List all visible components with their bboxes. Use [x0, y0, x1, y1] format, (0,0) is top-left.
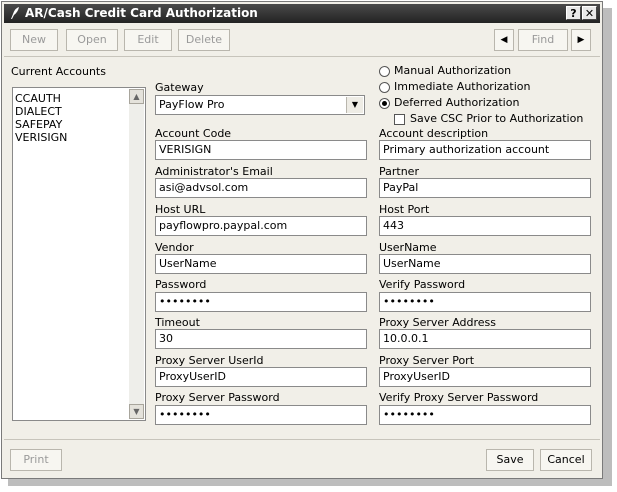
proxy-address-input[interactable]: 10.0.0.1	[379, 329, 591, 349]
title-bar: AR/Cash Credit Card Authorization ? ✕	[4, 4, 600, 23]
username-input[interactable]: UserName	[379, 254, 591, 274]
close-button[interactable]: ✕	[582, 6, 597, 20]
proxy-userid-input[interactable]: ProxyUserID	[155, 367, 367, 387]
verify-password-label: Verify Password	[379, 278, 466, 291]
host-port-input[interactable]: 443	[379, 216, 591, 236]
proxy-port-input[interactable]: ProxyUserID	[379, 367, 591, 387]
admin-email-input[interactable]: asi@advsol.com	[155, 178, 367, 198]
manual-authorization-label: Manual Authorization	[394, 64, 512, 77]
window-title: AR/Cash Credit Card Authorization	[25, 6, 258, 20]
username-label: UserName	[379, 241, 437, 254]
account-code-input[interactable]: VERISIGN	[155, 140, 367, 160]
account-description-label: Account description	[379, 127, 489, 140]
timeout-label: Timeout	[155, 316, 200, 329]
password-input[interactable]: ••••••••	[155, 292, 367, 312]
host-port-label: Host Port	[379, 203, 430, 216]
accounts-list[interactable]: CCAUTH DIALECT SAFEPAY VERISIGN ▲ ▼	[12, 87, 146, 421]
next-record-button[interactable]: ▶	[571, 29, 591, 51]
proxy-password-label: Proxy Server Password	[155, 391, 280, 404]
proxy-userid-label: Proxy Server UserId	[155, 354, 264, 367]
proxy-port-label: Proxy Server Port	[379, 354, 475, 367]
proxy-password-input[interactable]: ••••••••	[155, 405, 367, 425]
verify-password-input[interactable]: ••••••••	[379, 292, 591, 312]
verify-proxy-password-label: Verify Proxy Server Password	[379, 391, 539, 404]
feather-icon	[8, 6, 21, 20]
chevron-down-icon[interactable]: ▼	[346, 97, 363, 113]
edit-button[interactable]: Edit	[124, 29, 172, 51]
toolbar: New Open Edit Delete ◀ Find ▶	[4, 25, 600, 57]
scroll-up-icon[interactable]: ▲	[129, 89, 144, 104]
arrow-left-icon: ◀	[500, 35, 508, 45]
gateway-label: Gateway	[155, 81, 204, 94]
list-item-ccauth[interactable]: CCAUTH	[15, 92, 61, 105]
accounts-scrollbar[interactable]: ▲ ▼	[129, 89, 144, 419]
list-item-dialect[interactable]: DIALECT	[15, 105, 62, 118]
dialog-window: AR/Cash Credit Card Authorization ? ✕ Ne…	[1, 1, 603, 479]
account-code-label: Account Code	[155, 127, 232, 140]
scroll-down-icon[interactable]: ▼	[129, 404, 144, 419]
partner-label: Partner	[379, 165, 419, 178]
cancel-button[interactable]: Cancel	[540, 449, 592, 471]
immediate-authorization-label: Immediate Authorization	[394, 80, 531, 93]
verify-proxy-password-input[interactable]: ••••••••	[379, 405, 591, 425]
gateway-value: PayFlow Pro	[159, 98, 225, 111]
arrow-right-icon: ▶	[577, 35, 585, 45]
manual-authorization-radio[interactable]	[379, 66, 390, 77]
account-description-input[interactable]: Primary authorization account	[379, 140, 591, 160]
new-button[interactable]: New	[10, 29, 58, 51]
main-panel: Current Accounts CCAUTH DIALECT SAFEPAY …	[4, 57, 600, 439]
vendor-input[interactable]: UserName	[155, 254, 367, 274]
help-button[interactable]: ?	[566, 6, 581, 20]
gateway-select[interactable]: PayFlow Pro ▼	[155, 95, 365, 115]
immediate-authorization-radio[interactable]	[379, 82, 390, 93]
find-button[interactable]: Find	[518, 29, 568, 51]
footer: Print Save Cancel	[4, 439, 600, 479]
partner-input[interactable]: PayPal	[379, 178, 591, 198]
print-button[interactable]: Print	[10, 449, 62, 471]
current-accounts-label: Current Accounts	[11, 65, 106, 78]
save-button[interactable]: Save	[486, 449, 534, 471]
delete-button[interactable]: Delete	[178, 29, 230, 51]
proxy-address-label: Proxy Server Address	[379, 316, 497, 329]
timeout-input[interactable]: 30	[155, 329, 367, 349]
vendor-label: Vendor	[155, 241, 194, 254]
save-csc-checkbox[interactable]	[394, 114, 405, 125]
admin-email-label: Administrator's Email	[155, 165, 273, 178]
save-csc-label: Save CSC Prior to Authorization	[410, 112, 584, 125]
list-item-verisign[interactable]: VERISIGN	[15, 131, 67, 144]
host-url-input[interactable]: payflowpro.paypal.com	[155, 216, 367, 236]
host-url-label: Host URL	[155, 203, 206, 216]
deferred-authorization-radio[interactable]	[379, 98, 390, 109]
list-item-safepay[interactable]: SAFEPAY	[15, 118, 62, 131]
password-label: Password	[155, 278, 207, 291]
deferred-authorization-label: Deferred Authorization	[394, 96, 520, 109]
previous-record-button[interactable]: ◀	[494, 29, 514, 51]
open-button[interactable]: Open	[66, 29, 118, 51]
